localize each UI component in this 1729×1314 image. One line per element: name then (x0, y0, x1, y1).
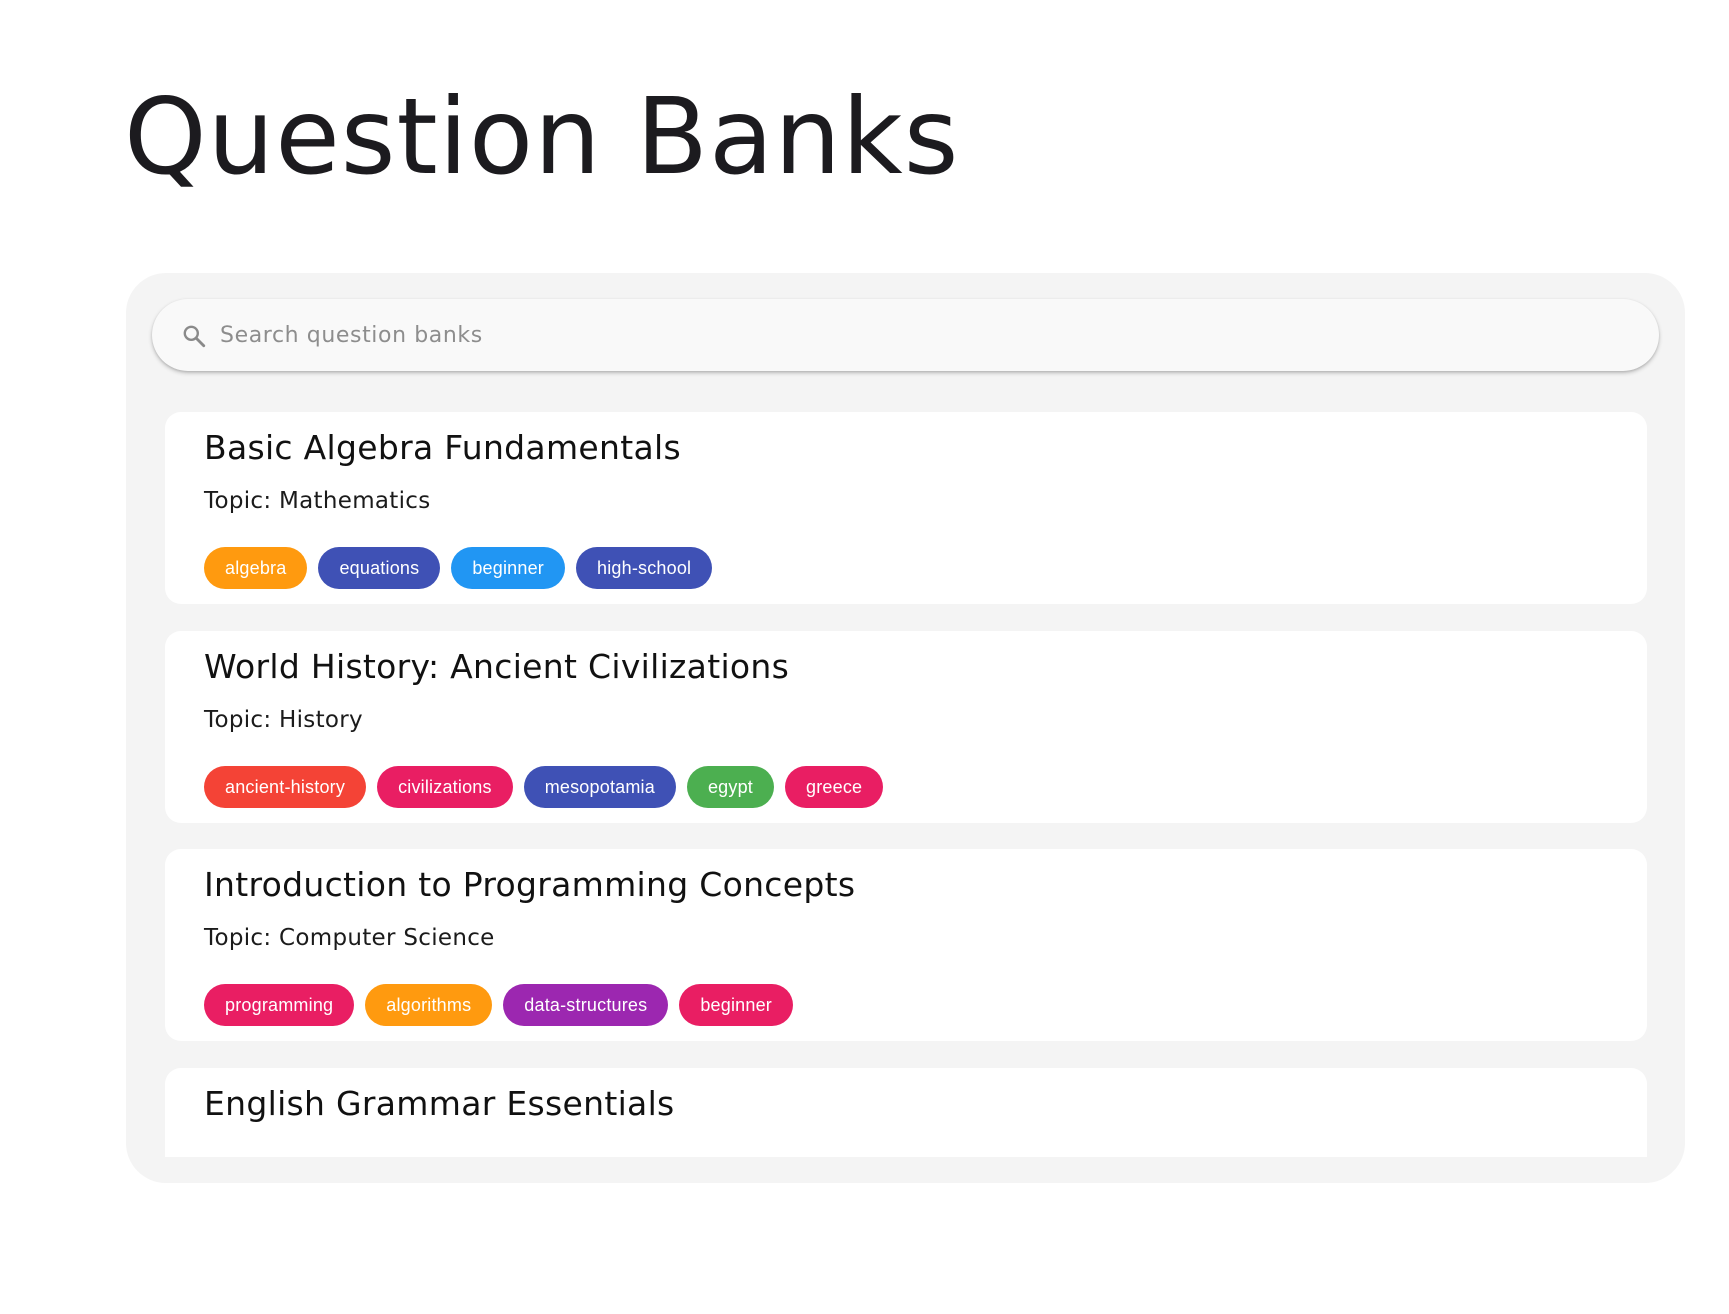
tag-chip[interactable]: algorithms (365, 984, 493, 1026)
tag-chip[interactable]: egypt (686, 766, 775, 808)
tag-chip[interactable]: high-school (576, 547, 713, 589)
tag-chip[interactable]: data-structures (503, 984, 669, 1026)
bank-topic: Topic: History (204, 707, 363, 733)
bank-topic: Topic: Mathematics (204, 488, 431, 514)
bank-title: English Grammar Essentials (204, 1084, 675, 1123)
question-bank-panel: Basic Algebra Fundamentals Topic: Mathem… (126, 273, 1685, 1183)
tag-chip[interactable]: greece (785, 766, 884, 808)
bank-title: Introduction to Programming Concepts (204, 865, 856, 904)
tag-chip[interactable]: beginner (451, 547, 565, 589)
tag-chip[interactable]: ancient-history (204, 766, 367, 808)
bank-title: Basic Algebra Fundamentals (204, 428, 681, 467)
tag-chip[interactable]: beginner (679, 984, 794, 1026)
bank-card[interactable]: English Grammar Essentials (165, 1068, 1647, 1157)
bank-card[interactable]: World History: Ancient Civilizations Top… (165, 631, 1647, 823)
tag-list: algebra equations beginner high-school (204, 547, 713, 589)
bank-card[interactable]: Introduction to Programming Concepts Top… (165, 849, 1647, 1041)
bank-topic: Topic: Computer Science (204, 925, 495, 951)
bank-title: World History: Ancient Civilizations (204, 647, 790, 686)
bank-list: Basic Algebra Fundamentals Topic: Mathem… (126, 273, 1685, 1157)
tag-list: ancient-history civilizations mesopotami… (204, 766, 884, 808)
page-title: Question Banks (124, 76, 960, 198)
tag-chip[interactable]: equations (318, 547, 441, 589)
tag-chip[interactable]: algebra (204, 547, 308, 589)
tag-list: programming algorithms data-structures b… (204, 984, 794, 1026)
bank-card[interactable]: Basic Algebra Fundamentals Topic: Mathem… (165, 412, 1647, 604)
tag-chip[interactable]: mesopotamia (523, 766, 676, 808)
tag-chip[interactable]: programming (204, 984, 355, 1026)
tag-chip[interactable]: civilizations (377, 766, 513, 808)
